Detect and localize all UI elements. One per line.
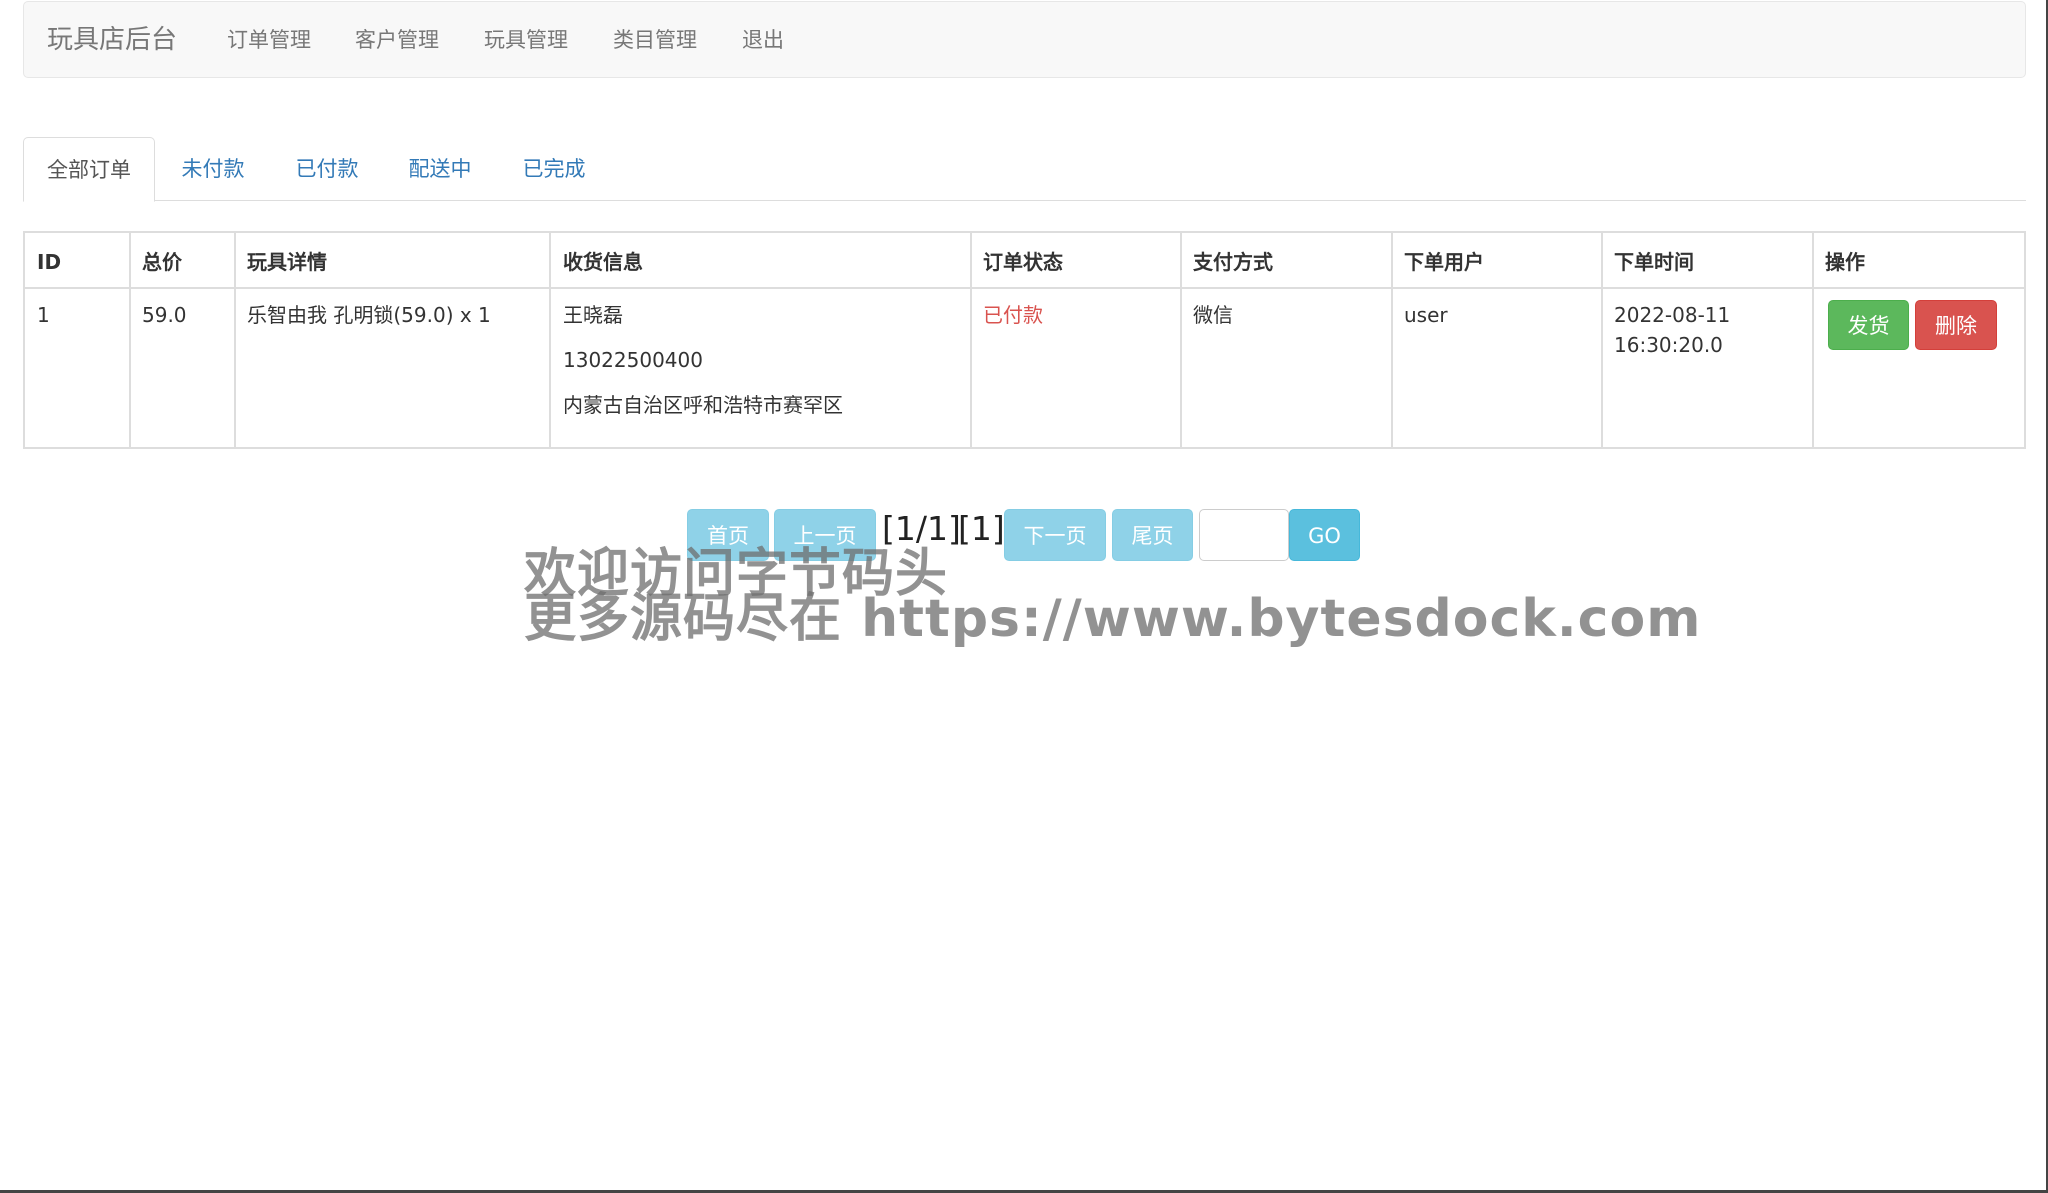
column-divider: [970, 233, 972, 447]
nav-logout[interactable]: 退出: [742, 26, 784, 54]
delete-button[interactable]: 删除: [1915, 300, 1997, 350]
tab-completed[interactable]: 已完成: [519, 137, 589, 201]
tab-delivering[interactable]: 配送中: [405, 137, 475, 201]
header-actions: 操作: [1825, 250, 1865, 274]
cell-user: user: [1404, 303, 1448, 327]
top-navbar: 玩具店后台 订单管理 客户管理 玩具管理 类目管理 退出: [23, 1, 2026, 78]
page-link-1[interactable]: [1]: [958, 508, 1005, 550]
header-divider: [25, 287, 2024, 289]
header-user: 下单用户: [1404, 250, 1484, 274]
cell-toy-detail: 乐智由我 孔明锁(59.0) x 1: [247, 303, 491, 327]
next-page-button[interactable]: 下一页: [1004, 509, 1106, 561]
column-divider: [129, 233, 131, 447]
column-divider: [549, 233, 551, 447]
watermark-line-2: 更多源码尽在 https://www.bytesdock.com: [524, 589, 1702, 649]
column-divider: [1180, 233, 1182, 447]
orders-table: ID 总价 玩具详情 收货信息 订单状态 支付方式 下单用户 下单时间 操作 1…: [23, 231, 2026, 449]
cell-payment-method: 微信: [1193, 303, 1233, 327]
header-shipping-info: 收货信息: [563, 250, 643, 274]
brand-title[interactable]: 玩具店后台: [47, 22, 177, 58]
header-order-time: 下单时间: [1614, 250, 1694, 274]
ship-button[interactable]: 发货: [1828, 300, 1909, 350]
tab-paid[interactable]: 已付款: [292, 137, 362, 201]
order-status-tabs: 全部订单 未付款 已付款 配送中 已完成: [23, 137, 2026, 202]
nav-categories[interactable]: 类目管理: [613, 26, 697, 54]
last-page-button[interactable]: 尾页: [1112, 509, 1193, 561]
cell-receiver-address: 内蒙古自治区呼和浩特市赛罕区: [563, 393, 843, 417]
cell-id: 1: [37, 303, 50, 327]
header-total: 总价: [142, 250, 182, 274]
cell-receiver-name: 王晓磊: [563, 303, 623, 327]
cell-order-time: 16:30:20.0: [1614, 333, 1723, 357]
nav-customers[interactable]: 客户管理: [355, 26, 439, 54]
header-payment-method: 支付方式: [1193, 250, 1273, 274]
column-divider: [1391, 233, 1393, 447]
column-divider: [1601, 233, 1603, 447]
nav-orders[interactable]: 订单管理: [227, 26, 311, 54]
header-toy-detail: 玩具详情: [247, 250, 327, 274]
cell-receiver-phone: 13022500400: [563, 348, 703, 372]
go-button[interactable]: GO: [1289, 509, 1360, 561]
header-id: ID: [37, 250, 62, 274]
tab-unpaid[interactable]: 未付款: [178, 137, 248, 201]
nav-toys[interactable]: 玩具管理: [484, 26, 568, 54]
column-divider: [234, 233, 236, 447]
cell-order-date: 2022-08-11: [1614, 303, 1731, 327]
tab-all-orders[interactable]: 全部订单: [23, 137, 155, 202]
page: 玩具店后台 订单管理 客户管理 玩具管理 类目管理 退出 全部订单 未付款 已付…: [0, 0, 2048, 1193]
header-order-status: 订单状态: [983, 250, 1063, 274]
cell-order-status: 已付款: [983, 303, 1043, 327]
cell-total: 59.0: [142, 303, 187, 327]
column-divider: [1812, 233, 1814, 447]
page-number-input[interactable]: [1199, 509, 1289, 561]
